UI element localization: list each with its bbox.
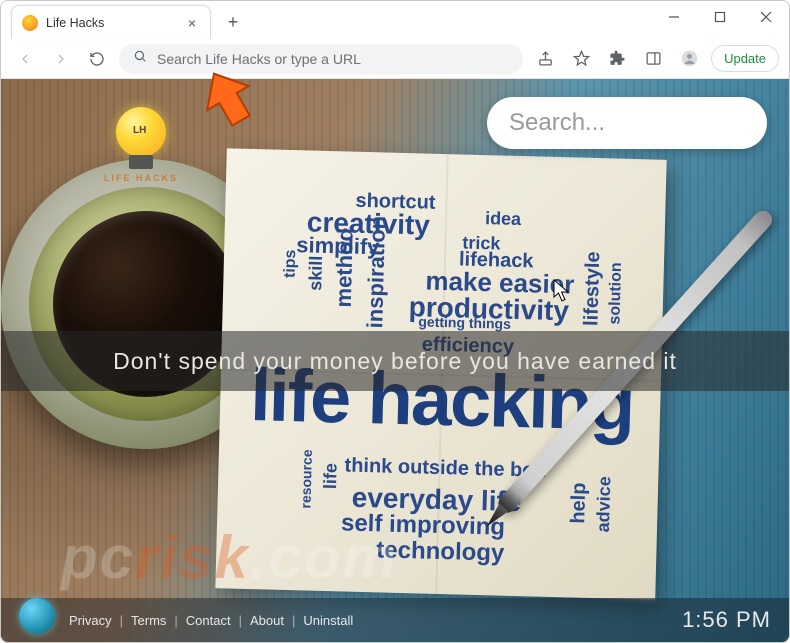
- wordcloud-word: inspiration: [362, 216, 391, 329]
- page-content: life hacking shortcutcreativityideasimpl…: [1, 79, 789, 642]
- wordcloud-word: help: [567, 482, 591, 524]
- wordcloud-word: technology: [376, 536, 505, 567]
- footer-separator: |: [292, 613, 295, 628]
- footer-link-terms[interactable]: Terms: [131, 613, 166, 628]
- site-logo: LH LIFE HACKS: [81, 99, 201, 239]
- omnibox-placeholder: Search Life Hacks or type a URL: [157, 51, 509, 67]
- wordcloud-word: resource: [297, 449, 315, 509]
- clock: 1:56 PM: [682, 607, 771, 633]
- search-icon: [133, 49, 147, 68]
- wordcloud-word: advice: [593, 476, 615, 533]
- wordcloud-word: idea: [485, 208, 522, 230]
- window-controls: [651, 1, 789, 33]
- mouse-cursor-icon: [553, 279, 571, 308]
- wordcloud-word: getting things: [418, 313, 511, 331]
- tab-favicon: [22, 15, 38, 31]
- footer-link-privacy[interactable]: Privacy: [69, 613, 112, 628]
- footer-link-contact[interactable]: Contact: [186, 613, 231, 628]
- arrow-callout-icon: [198, 68, 258, 133]
- browser-tab[interactable]: Life Hacks ×: [11, 5, 211, 39]
- update-button[interactable]: Update: [711, 45, 779, 72]
- footer-link-uninstall[interactable]: Uninstall: [303, 613, 353, 628]
- wordcloud-word: lifestyle: [580, 251, 605, 326]
- wordcloud-word: solution: [606, 262, 626, 325]
- home-orb-icon[interactable]: [19, 598, 55, 634]
- footer-link-about[interactable]: About: [250, 613, 284, 628]
- footer-links: Privacy | Terms | Contact | About | Uninstall: [69, 613, 353, 628]
- wordcloud-word: life: [320, 463, 342, 490]
- sidepanel-icon[interactable]: [639, 45, 667, 73]
- footer-separator: |: [120, 613, 123, 628]
- wordcloud-word: method: [331, 228, 359, 308]
- reload-button[interactable]: [83, 45, 111, 73]
- footer-separator: |: [239, 613, 242, 628]
- close-tab-icon[interactable]: ×: [184, 15, 200, 31]
- share-icon[interactable]: [531, 45, 559, 73]
- lightbulb-icon: LH: [111, 99, 171, 179]
- minimize-button[interactable]: [651, 1, 697, 33]
- bookmark-star-icon[interactable]: [567, 45, 595, 73]
- footer-bar: Privacy | Terms | Contact | About | Uninstall 1:…: [1, 598, 789, 642]
- page-search-input[interactable]: [509, 109, 789, 137]
- omnibox[interactable]: Search Life Hacks or type a URL: [119, 44, 523, 74]
- extensions-icon[interactable]: [603, 45, 631, 73]
- close-window-button[interactable]: [743, 1, 789, 33]
- new-tab-button[interactable]: +: [219, 8, 247, 36]
- footer-separator: |: [174, 613, 177, 628]
- tab-title: Life Hacks: [46, 16, 184, 30]
- wordcloud-word: skill: [305, 255, 327, 291]
- browser-toolbar: Search Life Hacks or type a URL Update: [1, 39, 789, 79]
- page-search-bar[interactable]: [487, 97, 767, 149]
- maximize-button[interactable]: [697, 1, 743, 33]
- wordcloud-word: think outside the box: [344, 455, 546, 483]
- forward-button[interactable]: [47, 45, 75, 73]
- title-bar: Life Hacks × +: [1, 1, 789, 39]
- quote-banner: Don't spend your money before you have e…: [1, 331, 789, 391]
- profile-avatar-icon[interactable]: [675, 45, 703, 73]
- quote-text: Don't spend your money before you have e…: [113, 348, 677, 375]
- back-button[interactable]: [11, 45, 39, 73]
- wordcloud-word: tips: [281, 249, 300, 278]
